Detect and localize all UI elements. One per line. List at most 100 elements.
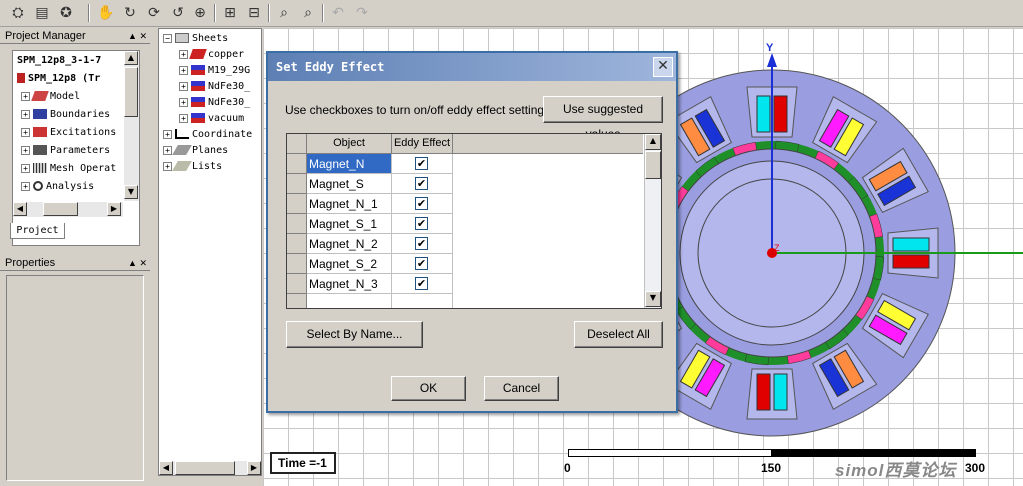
expand-icon[interactable]: + <box>179 65 188 75</box>
scroll-up-icon[interactable]: ▲ <box>124 51 138 65</box>
row-header[interactable] <box>287 254 307 274</box>
scroll-down-icon[interactable]: ▼ <box>645 291 661 307</box>
object-cell[interactable]: Magnet_N <box>307 154 392 174</box>
object-cell[interactable]: Magnet_S <box>307 174 392 194</box>
expand-icon[interactable]: + <box>163 161 172 171</box>
row-header[interactable] <box>287 234 307 254</box>
expand-icon[interactable]: + <box>179 81 188 91</box>
tree-item-mesh[interactable]: + Mesh Operat <box>21 161 116 177</box>
row-header[interactable] <box>287 154 307 174</box>
pan-hand-icon[interactable]: ✋ <box>96 3 116 23</box>
scroll-thumb[interactable] <box>175 461 235 475</box>
tree-item-ndfe30-b[interactable]: + NdFe30_ <box>179 95 250 111</box>
row-header[interactable] <box>287 274 307 294</box>
tree-item-parameters[interactable]: + Parameters <box>21 143 110 159</box>
eddy-checkbox[interactable]: ✔ <box>415 197 428 210</box>
eddy-checkbox[interactable]: ✔ <box>415 257 428 270</box>
eddy-checkbox[interactable]: ✔ <box>415 217 428 230</box>
tools-icon[interactable]: ▤ <box>32 3 52 23</box>
table-row[interactable]: Magnet_N_3 ✔ <box>287 274 643 294</box>
use-suggested-values-button[interactable]: Use suggested values <box>543 96 663 141</box>
row-header[interactable] <box>287 174 307 194</box>
tree-item-coordinate[interactable]: + Coordinate <box>163 127 252 143</box>
object-cell[interactable]: Magnet_N_1 <box>307 194 392 214</box>
object-cell[interactable]: Magnet_N_2 <box>307 234 392 254</box>
eddy-checkbox[interactable]: ✔ <box>415 277 428 290</box>
table-row[interactable]: Magnet_S_1 ✔ <box>287 214 643 234</box>
scroll-thumb[interactable] <box>124 67 138 117</box>
tab-project[interactable]: Project <box>10 223 65 239</box>
tree-item-m19[interactable]: + M19_29G <box>179 63 250 79</box>
zoom-out-icon[interactable]: ⊟ <box>244 3 264 23</box>
scroll-thumb[interactable] <box>645 151 661 179</box>
object-cell[interactable]: Magnet_S_2 <box>307 254 392 274</box>
scroll-down-icon[interactable]: ▼ <box>124 185 138 199</box>
binoculars-icon[interactable]: ⛭ <box>8 3 28 23</box>
select-by-name-button[interactable]: Select By Name... <box>286 321 423 348</box>
panel-pin-close-icon[interactable]: ▲ ✕ <box>128 28 147 44</box>
scroll-up-icon[interactable]: ▲ <box>645 134 661 150</box>
tree-item-ndfe30-a[interactable]: + NdFe30_ <box>179 79 250 95</box>
project-root[interactable]: SPM_12p8_3-1-7 <box>17 53 101 69</box>
design-node[interactable]: SPM_12p8 (Tr <box>17 71 100 87</box>
orbit-icon[interactable]: ↺ <box>168 3 188 23</box>
redo-icon[interactable]: ↷ <box>352 3 372 23</box>
zoom-in-icon[interactable]: ⊞ <box>220 3 240 23</box>
row-header[interactable] <box>287 214 307 234</box>
column-header-eddy-effect[interactable]: Eddy Effect <box>392 134 453 154</box>
tree-item-lists[interactable]: + Lists <box>163 159 222 175</box>
table-vscroll[interactable]: ▲ ▼ <box>644 134 661 308</box>
zoom-icon[interactable]: ⊕ <box>190 3 210 23</box>
object-cell[interactable]: Magnet_S_1 <box>307 214 392 234</box>
tree-item-vacuum[interactable]: + vacuum <box>179 111 244 127</box>
scroll-right-icon[interactable]: ▶ <box>247 461 261 475</box>
scroll-right-icon[interactable]: ▶ <box>107 202 121 216</box>
deselect-all-button[interactable]: Deselect All <box>574 321 663 348</box>
rotate-axis-icon[interactable]: ⟳ <box>144 3 164 23</box>
tree-item-sheets[interactable]: − Sheets <box>163 31 228 47</box>
row-header[interactable] <box>287 294 307 308</box>
scroll-left-icon[interactable]: ◀ <box>159 461 173 475</box>
award-icon[interactable]: ✪ <box>56 3 76 23</box>
table-row[interactable]: Magnet_N_1 ✔ <box>287 194 643 214</box>
table-row[interactable]: Magnet_N_2 ✔ <box>287 234 643 254</box>
table-row[interactable]: Magnet_N ✔ <box>287 154 643 174</box>
close-icon[interactable]: ✕ <box>653 57 673 77</box>
column-header-object[interactable]: Object <box>307 134 392 154</box>
expand-icon[interactable]: + <box>21 109 30 119</box>
project-tree-hscroll[interactable]: ◀ ▶ <box>13 202 123 217</box>
table-row[interactable]: Magnet_S_2 ✔ <box>287 254 643 274</box>
expand-icon[interactable]: + <box>21 127 30 137</box>
collapse-icon[interactable]: − <box>163 33 172 43</box>
tree-item-copper[interactable]: + copper <box>179 47 244 63</box>
tree-item-planes[interactable]: + Planes <box>163 143 228 159</box>
undo-icon[interactable]: ↶ <box>328 3 348 23</box>
expand-icon[interactable]: + <box>21 181 30 191</box>
eddy-checkbox[interactable]: ✔ <box>415 237 428 250</box>
tree-item-model[interactable]: + Model <box>21 89 80 105</box>
fit-selection-icon[interactable]: ⌕ <box>298 3 318 23</box>
row-header[interactable] <box>287 194 307 214</box>
expand-icon[interactable]: + <box>21 163 30 173</box>
eddy-checkbox[interactable]: ✔ <box>415 177 428 190</box>
tree-item-boundaries[interactable]: + Boundaries <box>21 107 110 123</box>
panel-pin-close-icon[interactable]: ▲ ✕ <box>128 255 147 271</box>
expand-icon[interactable]: + <box>163 145 172 155</box>
rotate-icon[interactable]: ↻ <box>120 3 140 23</box>
model-tree-hscroll[interactable]: ◀ ▶ <box>159 461 261 475</box>
cancel-button[interactable]: Cancel <box>484 376 559 401</box>
expand-icon[interactable]: + <box>21 91 30 101</box>
scroll-left-icon[interactable]: ◀ <box>13 202 27 216</box>
tree-item-analysis[interactable]: + Analysis <box>21 179 94 195</box>
expand-icon[interactable]: + <box>21 145 30 155</box>
project-tree-vscroll[interactable]: ▲ ▼ <box>124 51 139 201</box>
eddy-checkbox[interactable]: ✔ <box>415 157 428 170</box>
scroll-thumb[interactable] <box>43 202 78 216</box>
expand-icon[interactable]: + <box>179 97 188 107</box>
table-row[interactable]: Magnet_S ✔ <box>287 174 643 194</box>
table-row[interactable] <box>287 294 643 308</box>
expand-icon[interactable]: + <box>179 49 188 59</box>
object-cell[interactable] <box>307 294 392 308</box>
object-cell[interactable]: Magnet_N_3 <box>307 274 392 294</box>
expand-icon[interactable]: + <box>179 113 188 123</box>
